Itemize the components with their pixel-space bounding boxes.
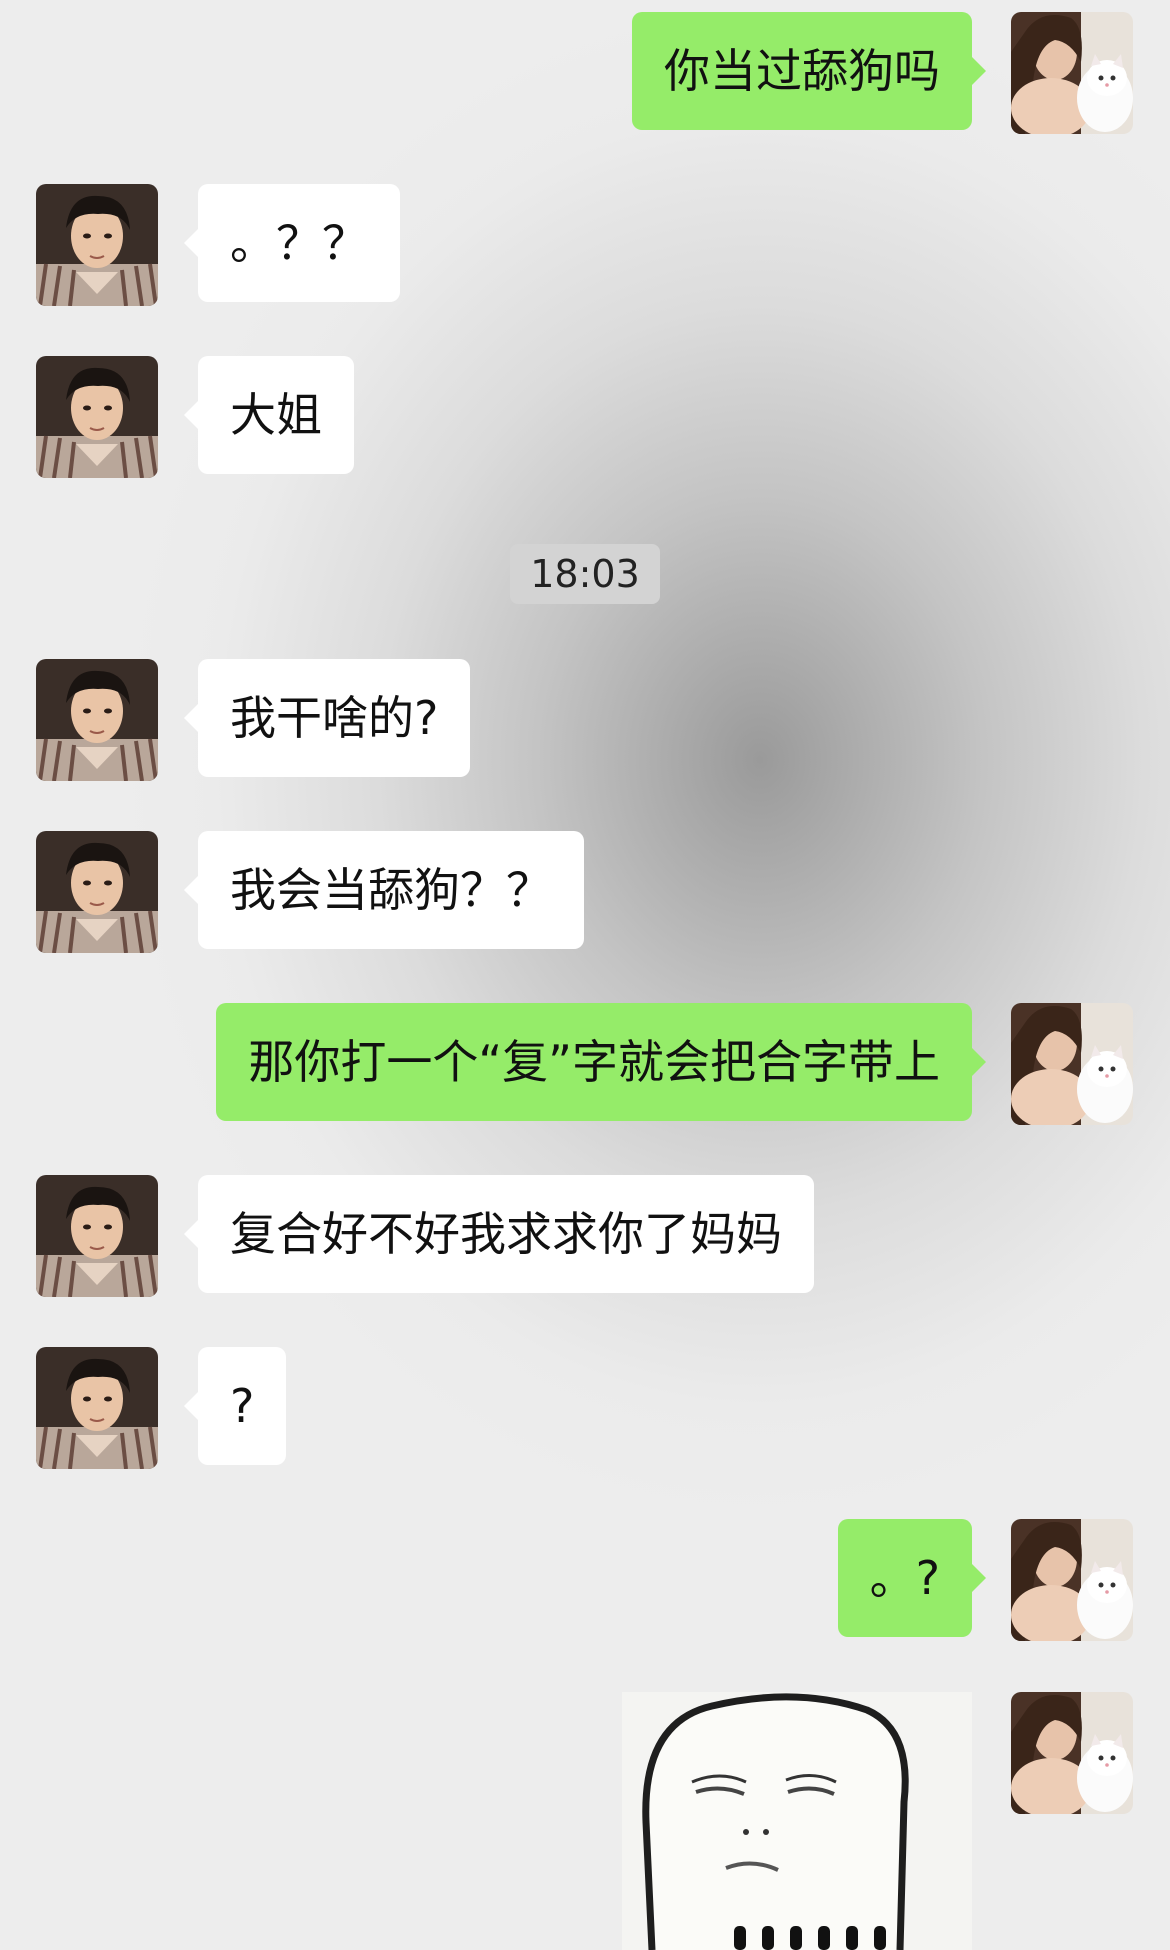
my-avatar[interactable] [1011,1003,1133,1125]
woman-with-cat-avatar-icon [1011,12,1133,134]
man-avatar-icon [36,1347,158,1469]
my-avatar[interactable] [1011,1519,1133,1641]
contact-avatar[interactable] [36,184,158,306]
woman-with-cat-avatar-icon [1011,1519,1133,1641]
outgoing-message-bubble[interactable]: 。? [837,1519,987,1637]
outgoing-message-bubble[interactable]: 那你打一个“复”字就会把合字带上 [216,1003,986,1121]
man-avatar-icon [36,356,158,478]
contact-avatar[interactable] [36,1347,158,1469]
outgoing-message-bubble[interactable]: 你当过舔狗吗 [632,12,986,130]
man-avatar-icon [36,831,158,953]
incoming-message-bubble[interactable]: 我干啥的? [183,659,471,777]
contact-avatar[interactable] [36,831,158,953]
chat-timestamp: 18:03 [510,544,660,604]
contact-avatar[interactable] [36,659,158,781]
incoming-message-bubble[interactable]: 大姐 [184,356,354,474]
man-avatar-icon [36,184,158,306]
incoming-message-bubble[interactable]: ? [183,1347,287,1465]
blank-face-meme-sticker[interactable] [622,1692,972,1950]
my-avatar[interactable] [1011,1692,1133,1814]
incoming-message-bubble[interactable]: 。？？ [184,184,400,302]
woman-with-cat-avatar-icon [1011,1003,1133,1125]
incoming-message-bubble[interactable]: 我会当舔狗？？ [184,831,584,949]
man-avatar-icon [36,1175,158,1297]
woman-with-cat-avatar-icon [1011,1692,1133,1814]
my-avatar[interactable] [1011,12,1133,134]
contact-avatar[interactable] [36,1175,158,1297]
incoming-message-bubble[interactable]: 复合好不好我求求你了妈妈 [184,1175,814,1293]
meme-face-icon [622,1692,972,1950]
man-avatar-icon [36,659,158,781]
contact-avatar[interactable] [36,356,158,478]
